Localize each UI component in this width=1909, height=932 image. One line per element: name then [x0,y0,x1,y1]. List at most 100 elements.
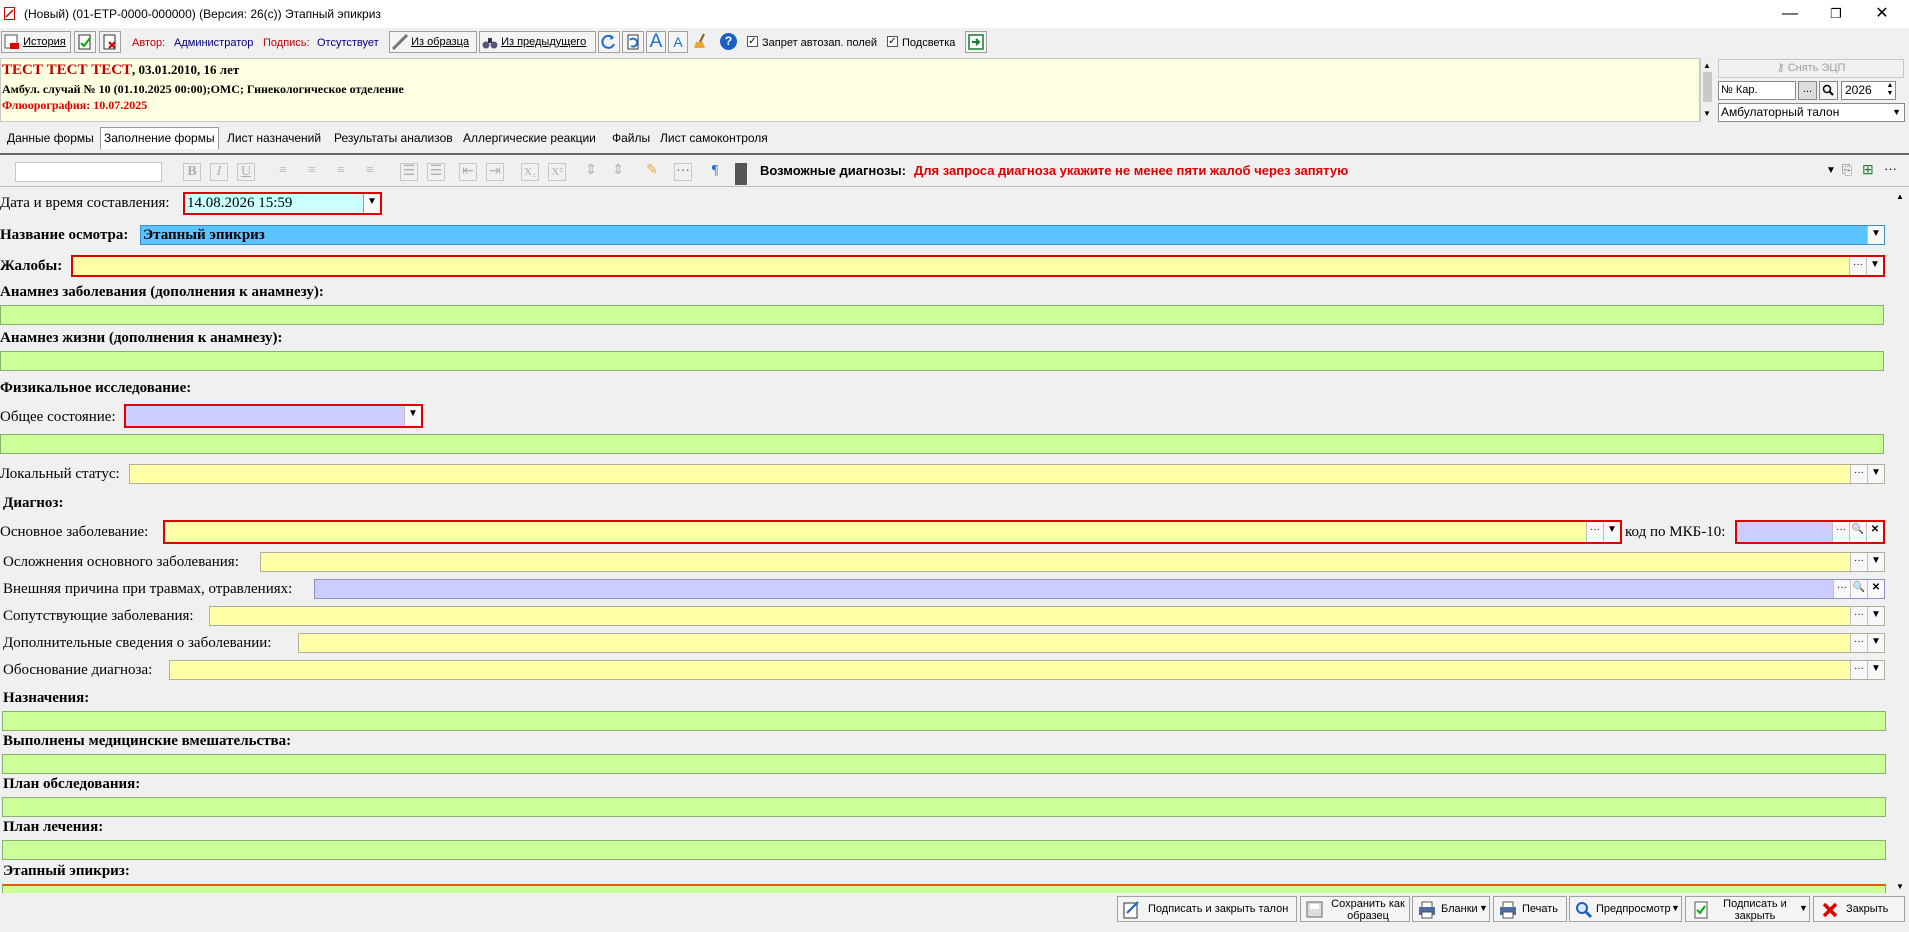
search-icon[interactable]: 🔍 [1849,522,1866,542]
refresh-button[interactable] [598,31,620,53]
chevron-down-icon[interactable]: ▼ [1603,522,1620,542]
complications-input[interactable]: ··· ▼ [260,552,1885,572]
from-previous-button[interactable]: Из предыдущего [479,31,596,53]
format-brush-icon[interactable]: ✎ [643,163,661,181]
exam-plan-input[interactable] [2,797,1886,817]
subscript-button[interactable]: X₂ [521,163,539,181]
diagnoses-dropdown-icon[interactable]: ▼ [1826,165,1836,176]
blanks-button[interactable]: Бланки ▼ [1412,896,1490,922]
dots-icon[interactable]: ··· [1850,634,1867,652]
history-button[interactable]: История [1,31,71,53]
maximize-button[interactable]: ❐ [1813,0,1859,28]
sign-close-ticket-button[interactable]: Подписать и закрыть талон [1117,896,1297,922]
dots-icon[interactable]: ··· [1850,553,1867,571]
card-search-button[interactable] [1819,81,1838,100]
font-select[interactable] [15,162,162,182]
cancel-document-button[interactable] [99,31,121,53]
patient-panel-scrollbar[interactable]: ▲ ▼ [1700,58,1715,122]
numbered-list-icon[interactable]: ☰ [427,163,445,181]
increase-font-button[interactable]: A [646,31,666,53]
scroll-down-icon[interactable]: ▼ [1896,882,1904,891]
search-icon[interactable]: 🔍 [1850,580,1867,598]
save-as-template-button[interactable]: Сохранить как образец [1300,896,1410,922]
indent-icon[interactable]: ⇥ [486,163,504,181]
complaints-input[interactable]: ··· ▼ [71,255,1885,277]
tab-form-filling[interactable]: Заполнение формы [100,127,219,149]
scroll-up-icon[interactable]: ▲ [1703,61,1711,70]
chevron-down-icon[interactable]: ▼ [1867,553,1884,571]
close-window-button[interactable]: ✕ [1859,0,1905,28]
tab-prescriptions[interactable]: Лист назначений [227,129,321,147]
form-scrollbar[interactable]: ▲ ▼ [1892,188,1909,893]
anamnesis-disease-input[interactable] [0,305,1884,325]
tab-test-results[interactable]: Результаты анализов [334,129,453,147]
scroll-down-icon[interactable]: ▼ [1703,109,1711,118]
minimize-button[interactable]: — [1767,0,1813,28]
treatment-plan-input[interactable] [2,840,1886,860]
align-center-icon[interactable]: ≡ [303,163,321,181]
align-left-icon[interactable]: ≡ [274,163,292,181]
tab-allergies[interactable]: Аллергические реакции [463,129,596,147]
from-template-button[interactable]: Из образца [389,31,477,53]
sign-document-button[interactable] [74,31,96,53]
chevron-down-icon[interactable]: ▼ [1867,607,1884,625]
dots-icon[interactable]: ··· [1833,580,1850,598]
clear-format-button[interactable] [691,31,713,53]
chevron-down-icon[interactable]: ▼ [1866,257,1883,275]
dots-icon[interactable]: ··· [1850,607,1867,625]
underline-button[interactable]: U [237,163,255,181]
main-disease-input[interactable]: ··· ▼ [163,520,1622,544]
superscript-button[interactable]: X² [548,163,566,181]
chevron-down-icon[interactable]: ▼ [1867,226,1884,244]
chevron-down-icon[interactable]: ▼ [1867,661,1884,679]
general-state-select[interactable]: ▼ [124,404,423,428]
external-cause-input[interactable]: ··· 🔍 ✕ [314,579,1885,599]
paragraph-spacing-icon[interactable]: ⇕ [609,163,627,181]
justification-input[interactable]: ··· ▼ [169,660,1885,680]
tab-form-data[interactable]: Данные формы [7,129,94,147]
clear-icon[interactable]: ✕ [1866,522,1883,542]
exam-name-select[interactable]: Этапный эпикриз ▼ [140,225,1885,245]
remove-sign-button[interactable]: ⚷ Снять ЭЦП [1718,59,1904,78]
tab-files[interactable]: Файлы [612,129,650,147]
align-justify-icon[interactable]: ≡ [361,163,379,181]
additional-info-input[interactable]: ··· ▼ [298,633,1885,653]
local-status-input[interactable]: ··· ▼ [129,464,1885,484]
highlight-checkbox[interactable]: ✓ [887,36,898,47]
interventions-input[interactable] [2,754,1886,774]
copy-diagnosis-icon[interactable]: ⎘ [1842,162,1852,178]
anamnesis-life-input[interactable] [0,351,1884,371]
spinner-arrows-icon[interactable]: ▲ ▼ [1885,82,1895,99]
add-diagnosis-icon[interactable]: ⊞ [1862,161,1874,178]
dots-icon[interactable]: ··· [1850,661,1867,679]
general-state-details-input[interactable] [0,434,1884,454]
close-button[interactable]: Закрыть [1813,896,1905,922]
align-right-icon[interactable]: ≡ [332,163,350,181]
bullet-list-icon[interactable]: ☰ [400,163,418,181]
undo-button[interactable] [622,31,644,53]
datetime-input[interactable]: 14.08.2026 15:59 ▼ [183,192,382,215]
icd-code-input[interactable]: ··· 🔍 ✕ [1735,520,1885,544]
chevron-down-icon[interactable]: ▼ [1867,465,1884,483]
help-icon[interactable]: ? [720,33,737,50]
prescriptions-input[interactable] [2,711,1886,731]
print-button[interactable]: Печать [1493,896,1567,922]
clear-icon[interactable]: ✕ [1867,580,1884,598]
export-button[interactable] [965,31,987,53]
diagnoses-more-icon[interactable]: ··· [1884,161,1897,176]
chevron-down-icon[interactable]: ▼ [404,406,421,426]
decrease-font-button[interactable]: A [668,31,688,53]
dots-icon[interactable]: ··· [1832,522,1849,542]
scroll-up-icon[interactable]: ▲ [1896,192,1904,201]
toolbar-overflow-handle[interactable] [735,163,747,185]
chevron-down-icon[interactable]: ▼ [1867,634,1884,652]
sign-and-close-button[interactable]: Подписать и закрыть ▼ [1685,896,1810,922]
dots-icon[interactable]: ··· [1849,257,1866,275]
autofill-ban-checkbox[interactable]: ✓ [747,36,758,47]
epicrisis-input[interactable] [2,884,1886,893]
comorbid-input[interactable]: ··· ▼ [209,606,1885,626]
dots-icon[interactable]: ··· [1586,522,1603,542]
card-select-button[interactable]: ... [1798,81,1817,100]
bold-button[interactable]: B [183,163,201,181]
card-number-input[interactable]: № Кар. [1718,81,1796,100]
